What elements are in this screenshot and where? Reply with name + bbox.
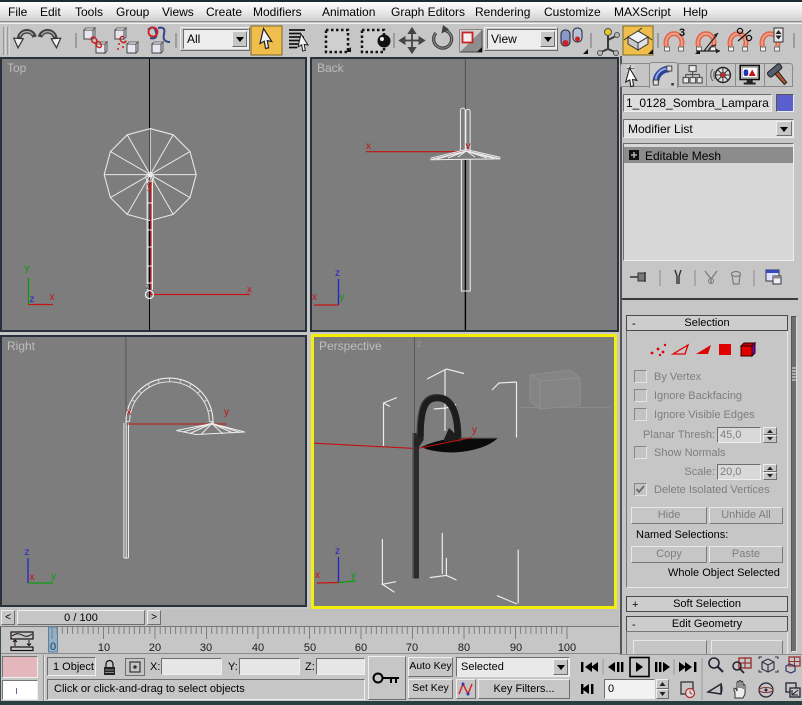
svg-text:z: z <box>417 339 422 350</box>
svg-text:y: y <box>472 425 477 436</box>
svg-text:z: z <box>335 546 340 557</box>
svg-text:40: 40 <box>252 642 264 654</box>
svg-text:x: x <box>127 407 132 418</box>
svg-text:20: 20 <box>149 642 161 654</box>
svg-text:x: x <box>312 292 317 303</box>
svg-text:x: x <box>50 292 55 303</box>
svg-text:x: x <box>247 285 252 296</box>
svg-text:70: 70 <box>406 642 418 654</box>
svg-text:y: y <box>351 570 356 581</box>
svg-text:y: y <box>51 571 56 582</box>
svg-text:60: 60 <box>355 642 367 654</box>
svg-text:100: 100 <box>558 642 576 654</box>
svg-text:x: x <box>315 570 320 581</box>
svg-text:z: z <box>30 294 35 305</box>
svg-text:10: 10 <box>98 642 110 654</box>
svg-text:90: 90 <box>510 642 522 654</box>
svg-text:0: 0 <box>50 641 56 653</box>
svg-text:y: y <box>340 292 345 303</box>
svg-text:z: z <box>25 547 30 558</box>
svg-text:x: x <box>30 572 35 583</box>
svg-text:y: y <box>25 263 30 274</box>
svg-text:x: x <box>366 141 371 152</box>
svg-text:y: y <box>147 181 152 192</box>
svg-text:3: 3 <box>679 27 685 39</box>
svg-text:80: 80 <box>458 642 470 654</box>
svg-text:50: 50 <box>304 642 316 654</box>
svg-text:30: 30 <box>200 642 212 654</box>
svg-text:z: z <box>335 268 340 279</box>
svg-text:z: z <box>146 281 151 291</box>
svg-text:y: y <box>224 407 229 418</box>
